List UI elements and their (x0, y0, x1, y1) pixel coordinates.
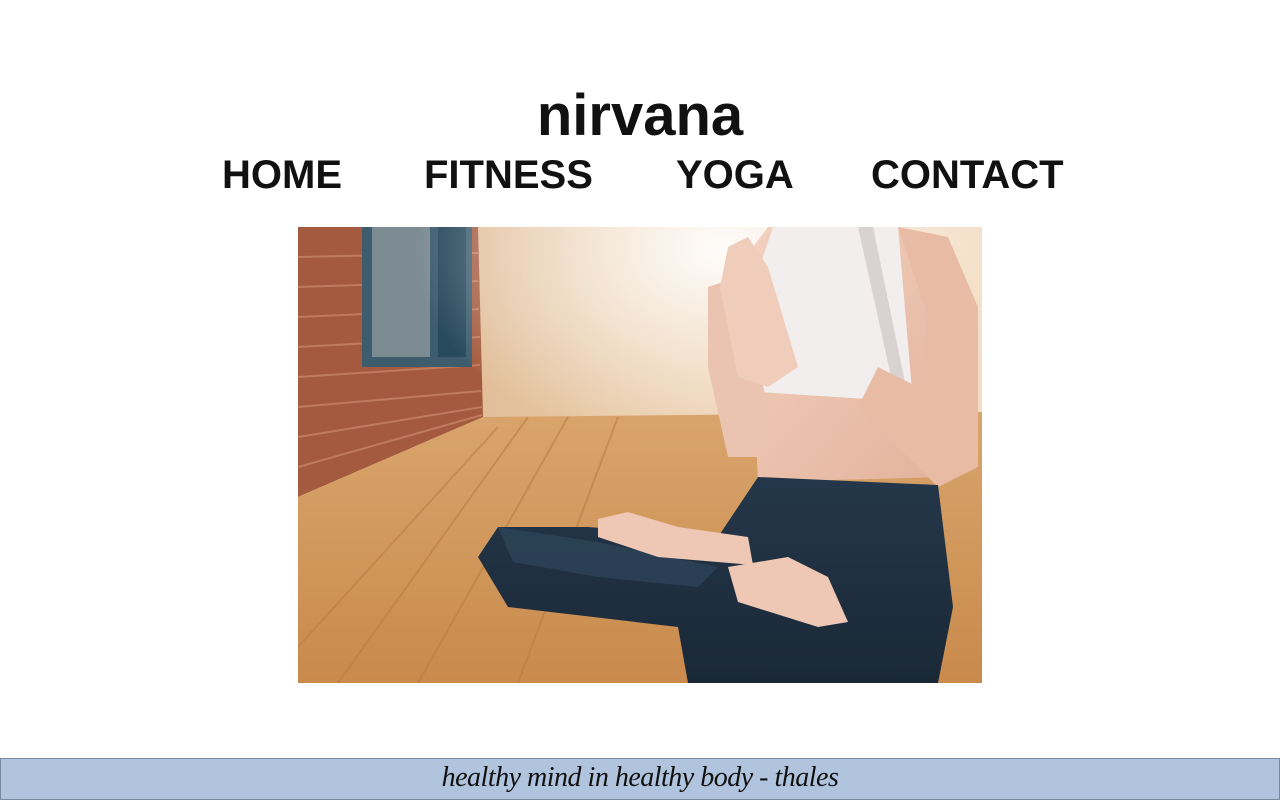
nav-home-link[interactable]: HOME (222, 150, 342, 200)
footer-quote: healthy mind in healthy body - thales (441, 762, 839, 793)
site-title: nirvana (536, 82, 744, 148)
footer-banner: healthy mind in healthy body - thales (0, 758, 1280, 800)
nav-fitness-link[interactable]: FITNESS (424, 150, 593, 200)
hero-image (298, 227, 982, 683)
yoga-photo-illustration (298, 227, 982, 683)
main-navigation: HOME FITNESS YOGA CONTACT (0, 150, 1280, 200)
nav-contact-link[interactable]: CONTACT (871, 150, 1064, 200)
nav-yoga-link[interactable]: YOGA (676, 150, 794, 200)
